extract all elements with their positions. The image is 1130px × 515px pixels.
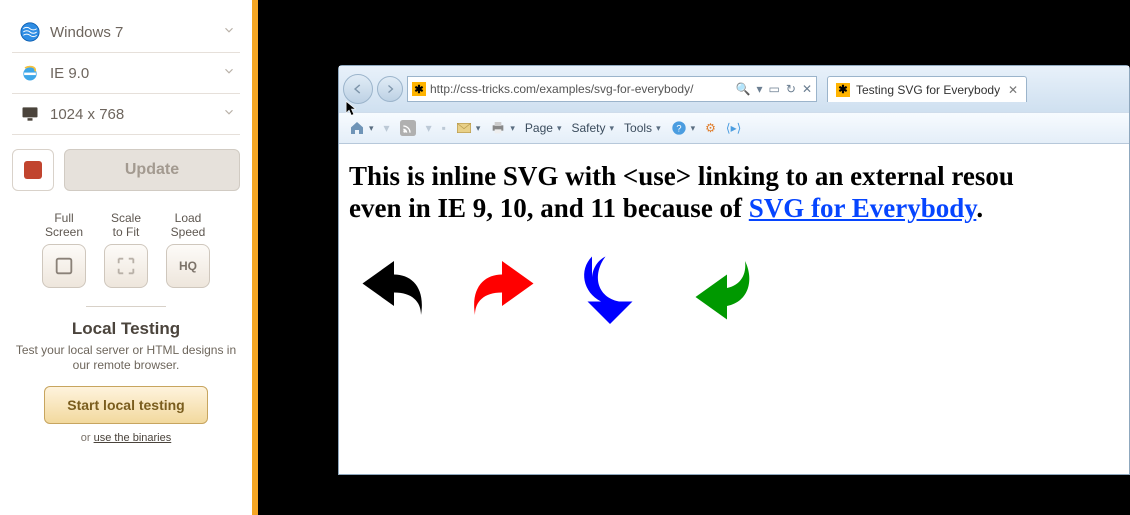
os-label: Windows 7 — [44, 24, 222, 41]
update-button[interactable]: Update — [64, 149, 240, 191]
resolution-label: 1024 x 768 — [44, 106, 222, 123]
cursor-icon — [345, 100, 359, 118]
ie-window: ✱ 🔍▾ ▭ ↻ ✕ ✱ Testing SVG for Everybody ✕ — [338, 65, 1130, 475]
monitor-icon — [16, 104, 44, 124]
local-testing-desc: Test your local server or HTML designs i… — [12, 343, 240, 374]
tab-strip: ✱ Testing SVG for Everybody ✕ — [821, 74, 1027, 104]
tab-title: Testing SVG for Everybody — [856, 83, 1000, 97]
arrow-down-icon — [565, 243, 655, 333]
remote-browser-viewport: ✱ 🔍▾ ▭ ↻ ✕ ✱ Testing SVG for Everybody ✕ — [258, 0, 1130, 515]
start-local-button[interactable]: Start local testing — [44, 386, 207, 424]
local-testing-title: Local Testing — [12, 319, 240, 339]
binaries-prefix: or — [81, 432, 94, 444]
ie-icon — [16, 63, 44, 83]
os-selector[interactable]: Windows 7 — [12, 12, 240, 53]
speed-label: Load Speed — [171, 211, 206, 240]
close-tab-icon[interactable]: ✕ — [1008, 83, 1018, 97]
ie-command-bar: ▾ ▾ ▪ Page Safety Tools ? ⚙ ⟨▸⟩ — [339, 112, 1129, 144]
devtools-icon[interactable]: ⚙ — [705, 121, 716, 135]
mail-icon[interactable] — [456, 120, 481, 136]
select-icon[interactable]: ⟨▸⟩ — [726, 121, 741, 135]
refresh-icon[interactable]: ↻ — [786, 82, 796, 96]
chevron-down-icon — [222, 64, 236, 82]
stop-button[interactable] — [12, 149, 54, 191]
heading-line2: even in IE 9, 10, and 11 because of — [349, 193, 749, 223]
speed-tool[interactable]: Load Speed HQ — [166, 211, 210, 288]
speed-badge: HQ — [166, 244, 210, 288]
chevron-down-icon — [222, 105, 236, 123]
home-icon[interactable] — [349, 120, 374, 136]
scale-label: Scale to Fit — [111, 211, 141, 240]
control-sidebar: Windows 7 IE 9.0 1024 x 768 Update Full … — [0, 0, 258, 515]
site-icon: ✱ — [412, 82, 426, 96]
svg-everybody-link[interactable]: SVG for Everybody — [749, 193, 977, 223]
fullscreen-label: Full Screen — [45, 211, 83, 240]
stop-icon[interactable]: ✕ — [802, 82, 812, 96]
safety-menu[interactable]: Safety — [571, 121, 614, 135]
scale-icon — [104, 244, 148, 288]
arrow-undo-icon — [349, 243, 439, 333]
browser-label: IE 9.0 — [44, 65, 222, 82]
tab-favicon: ✱ — [836, 83, 850, 97]
print-icon[interactable] — [490, 120, 515, 136]
binaries-link[interactable]: use the binaries — [94, 432, 172, 444]
heading-period: . — [976, 193, 983, 223]
arrow-back-icon — [673, 243, 763, 333]
url-input[interactable] — [430, 82, 732, 96]
ie-titlebar: ✱ 🔍▾ ▭ ↻ ✕ ✱ Testing SVG for Everybody ✕ — [339, 66, 1129, 112]
fullscreen-tool[interactable]: Full Screen — [42, 211, 86, 288]
tools-menu[interactable]: Tools — [624, 121, 661, 135]
fullscreen-icon — [42, 244, 86, 288]
url-tools: 🔍▾ ▭ ↻ ✕ — [736, 82, 812, 96]
arrow-redo-icon — [457, 243, 547, 333]
address-bar[interactable]: ✱ 🔍▾ ▭ ↻ ✕ — [407, 76, 817, 102]
browser-tab[interactable]: ✱ Testing SVG for Everybody ✕ — [827, 76, 1027, 102]
help-icon[interactable]: ? — [671, 120, 696, 136]
forward-button[interactable] — [377, 76, 403, 102]
stop-icon — [24, 161, 42, 179]
page-content: This is inline SVG with <use> linking to… — [339, 144, 1129, 474]
page-menu[interactable]: Page — [525, 121, 562, 135]
search-icon[interactable]: 🔍 — [736, 82, 751, 96]
compat-icon[interactable]: ▭ — [769, 82, 780, 96]
feeds-icon[interactable] — [400, 120, 416, 136]
heading-line1: This is inline SVG with <use> linking to… — [349, 161, 1014, 191]
divider — [86, 306, 166, 307]
page-heading: This is inline SVG with <use> linking to… — [349, 160, 1119, 225]
windows-icon — [16, 22, 44, 42]
chevron-down-icon — [222, 23, 236, 41]
resolution-selector[interactable]: 1024 x 768 — [12, 94, 240, 135]
browser-selector[interactable]: IE 9.0 — [12, 53, 240, 94]
scale-tool[interactable]: Scale to Fit — [104, 211, 148, 288]
arrow-demo — [349, 243, 1119, 333]
svg-text:?: ? — [676, 123, 681, 133]
binaries-line: or use the binaries — [12, 432, 240, 444]
